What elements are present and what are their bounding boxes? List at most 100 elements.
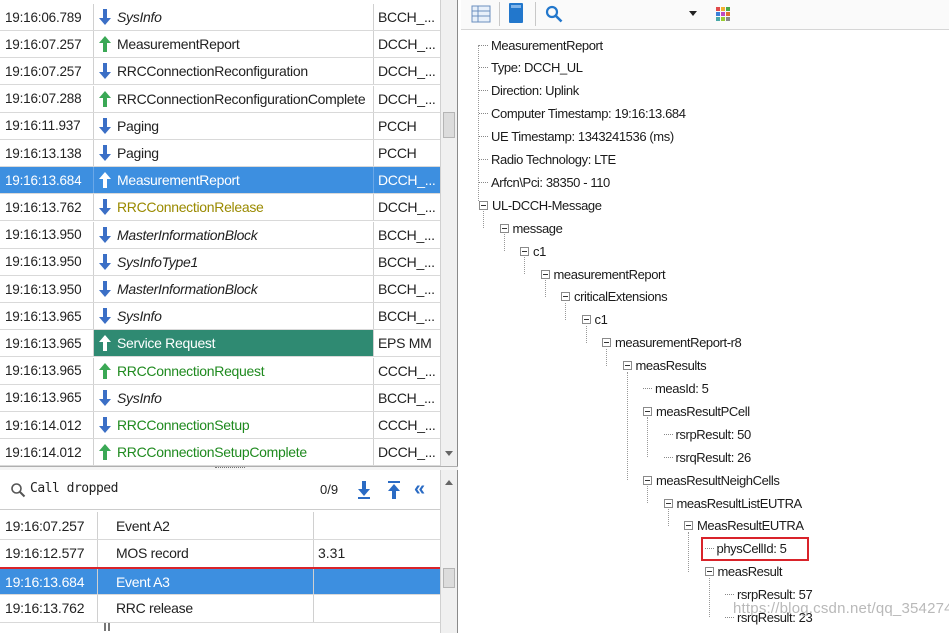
tree-node[interactable]: MeasResultEUTRA xyxy=(684,515,804,537)
event-search-field[interactable]: Call dropped xyxy=(30,481,118,496)
tree-node[interactable]: UL-DCCH-Message xyxy=(479,194,602,216)
tree-connector xyxy=(643,388,652,389)
scroll-up-icon[interactable] xyxy=(445,480,453,485)
decoder-pane: MeasurementReport Type: DCCH_UL Direction:… xyxy=(461,0,949,633)
message-row[interactable]: 19:16:13.684 MeasurementReport DCCH_... xyxy=(0,167,440,195)
collapse-toggle-icon[interactable] xyxy=(704,567,714,577)
message-name-cell: Paging xyxy=(94,112,374,139)
message-list-scrollbar[interactable] xyxy=(440,0,457,466)
previous-up-icon[interactable] xyxy=(385,479,403,501)
tree-guide-line xyxy=(524,257,525,274)
collapse-toggle-icon[interactable] xyxy=(561,292,570,302)
message-row[interactable]: 19:16:13.950 SysInfoType1 BCCH_... xyxy=(0,248,440,276)
collapse-toggle-icon[interactable] xyxy=(622,361,632,371)
message-row[interactable]: 19:16:13.965 Service Request EPS MM xyxy=(0,330,440,358)
tree-node[interactable]: measurementReport-r8 xyxy=(602,332,742,354)
tree-node: UE Timestamp: 1343241536 (ms) xyxy=(479,126,674,148)
watermark: https://blog.csdn.net/qq_35427437 xyxy=(733,600,949,617)
message-row[interactable]: 19:16:13.950 MasterInformationBlock BCCH_.… xyxy=(0,276,440,303)
message-channel: BCCH_... xyxy=(378,308,435,325)
tree-node-label: message xyxy=(512,220,563,236)
message-channel: DCCH_... xyxy=(378,172,436,189)
message-row[interactable]: 19:16:13.762 RRCConnectionRelease DCCH_... xyxy=(0,194,440,222)
tree-node-label: measId: 5 xyxy=(655,381,709,396)
collapse-toggle-icon[interactable] xyxy=(581,315,591,325)
message-row[interactable]: 19:16:13.950 MasterInformationBlock BCCH_.… xyxy=(0,221,440,249)
downlink-arrow-icon xyxy=(99,281,111,297)
tree-node: rsrqResult: 26 xyxy=(663,446,751,468)
message-time: 19:16:13.965 xyxy=(0,357,94,384)
tree-connector xyxy=(725,594,734,596)
collapse-toggle-icon[interactable] xyxy=(479,200,488,210)
tree-node: Arfcn\Pci: 38350 - 110 xyxy=(479,171,610,193)
message-row[interactable]: 19:16:13.138 Paging PCCH xyxy=(0,140,440,167)
collapse-toggle-icon[interactable] xyxy=(643,406,652,416)
message-row[interactable]: 19:16:07.257 MeasurementReport DCCH_... xyxy=(0,31,440,59)
tree-node[interactable]: measResults xyxy=(622,355,707,377)
tree-node: Direction: Uplink xyxy=(479,80,579,102)
message-row[interactable]: 19:16:14.012 RRCConnectionSetup CCCH_... xyxy=(0,412,440,439)
collapse-toggle-icon[interactable] xyxy=(643,475,652,485)
tree-node[interactable]: measResultNeighCells xyxy=(643,469,780,491)
collapse-toggle-icon[interactable] xyxy=(684,521,693,531)
message-time: 19:16:13.950 xyxy=(0,248,94,275)
message-row[interactable]: 19:16:13.965 RRCConnectionRequest CCCH_... xyxy=(0,357,440,385)
message-name: MeasurementReport xyxy=(117,36,240,53)
book-icon[interactable] xyxy=(507,2,525,24)
tree-node[interactable]: measResult xyxy=(704,561,783,583)
tree-node[interactable]: criticalExtensions xyxy=(561,286,668,308)
tree-node[interactable]: message xyxy=(499,217,563,239)
event-row[interactable]: 19:16:07.257 Event A2 xyxy=(0,512,440,540)
scroll-down-icon[interactable] xyxy=(445,451,453,456)
scrollbar-thumb[interactable] xyxy=(443,568,455,588)
tree-node[interactable]: measResultListEUTRA xyxy=(663,492,802,514)
message-row[interactable]: 19:16:07.257 RRCConnectionReconfiguration… xyxy=(0,58,440,86)
dropdown-icon[interactable] xyxy=(683,4,705,22)
collapse-button[interactable]: « xyxy=(414,479,432,501)
events-scrollbar[interactable] xyxy=(440,470,457,633)
tree-node[interactable]: measResultPCell xyxy=(643,400,750,422)
message-time: 19:16:06.789 xyxy=(0,4,94,30)
uplink-arrow-icon xyxy=(99,36,111,53)
tree-node-label: Direction: Uplink xyxy=(491,83,579,99)
collapse-toggle-icon[interactable] xyxy=(540,269,550,279)
message-name-cell: Service Request xyxy=(94,330,374,357)
collapse-toggle-icon[interactable] xyxy=(602,338,611,348)
event-row[interactable]: 19:16:13.762 RRC release xyxy=(0,594,440,623)
message-time: 19:16:13.762 xyxy=(0,194,94,221)
message-row[interactable]: 19:16:06.789 SysInfo BCCH_... xyxy=(0,4,440,31)
uplink-arrow-icon xyxy=(99,90,111,107)
message-name: RRCConnectionReconfigurationComplete xyxy=(117,90,366,107)
message-name-cell: MeasurementReport xyxy=(94,31,374,58)
message-row[interactable]: 19:16:13.965 SysInfo BCCH_... xyxy=(0,303,440,331)
search-icon[interactable] xyxy=(10,482,26,498)
scrollbar-thumb[interactable] xyxy=(443,112,455,138)
message-time: 19:16:13.965 xyxy=(0,330,94,357)
event-row[interactable]: 19:16:12.577 MOS record 3.31 xyxy=(0,539,440,568)
tree-node[interactable]: measurementReport xyxy=(540,263,666,285)
collapse-toggle-icon[interactable] xyxy=(520,246,529,256)
message-row[interactable]: 19:16:14.012 RRCConnectionSetupComplete DC… xyxy=(0,439,440,466)
tiles-icon[interactable] xyxy=(715,6,731,22)
message-row[interactable]: 19:16:13.965 SysInfo BCCH_... xyxy=(0,384,440,412)
next-down-icon[interactable] xyxy=(355,479,373,501)
tree-guide-line xyxy=(626,371,628,481)
event-row[interactable]: 19:16:13.684 Event A3 xyxy=(0,567,440,596)
downlink-arrow-icon xyxy=(99,308,111,325)
tree-node: MeasurementReport xyxy=(479,34,603,56)
message-name-cell: SysInfo xyxy=(94,384,374,411)
search-icon[interactable] xyxy=(545,5,563,23)
collapse-toggle-icon[interactable] xyxy=(663,498,673,508)
tree-node-label: UE Timestamp: 1343241536 (ms) xyxy=(491,129,674,145)
toolbar-separator xyxy=(535,2,536,26)
splitter-grip[interactable] xyxy=(215,467,245,469)
message-time: 19:16:13.138 xyxy=(0,140,94,166)
grid-icon[interactable] xyxy=(471,4,491,24)
message-time: 19:16:07.288 xyxy=(0,85,94,112)
message-row[interactable]: 19:16:11.937 Paging PCCH xyxy=(0,112,440,140)
message-channel: BCCH_... xyxy=(378,9,435,25)
message-row[interactable]: 19:16:07.288 RRCConnectionReconfiguration… xyxy=(0,85,440,113)
column-resize-grip[interactable] xyxy=(104,623,110,631)
message-name: SysInfo xyxy=(117,9,162,25)
collapse-toggle-icon[interactable] xyxy=(499,223,509,233)
